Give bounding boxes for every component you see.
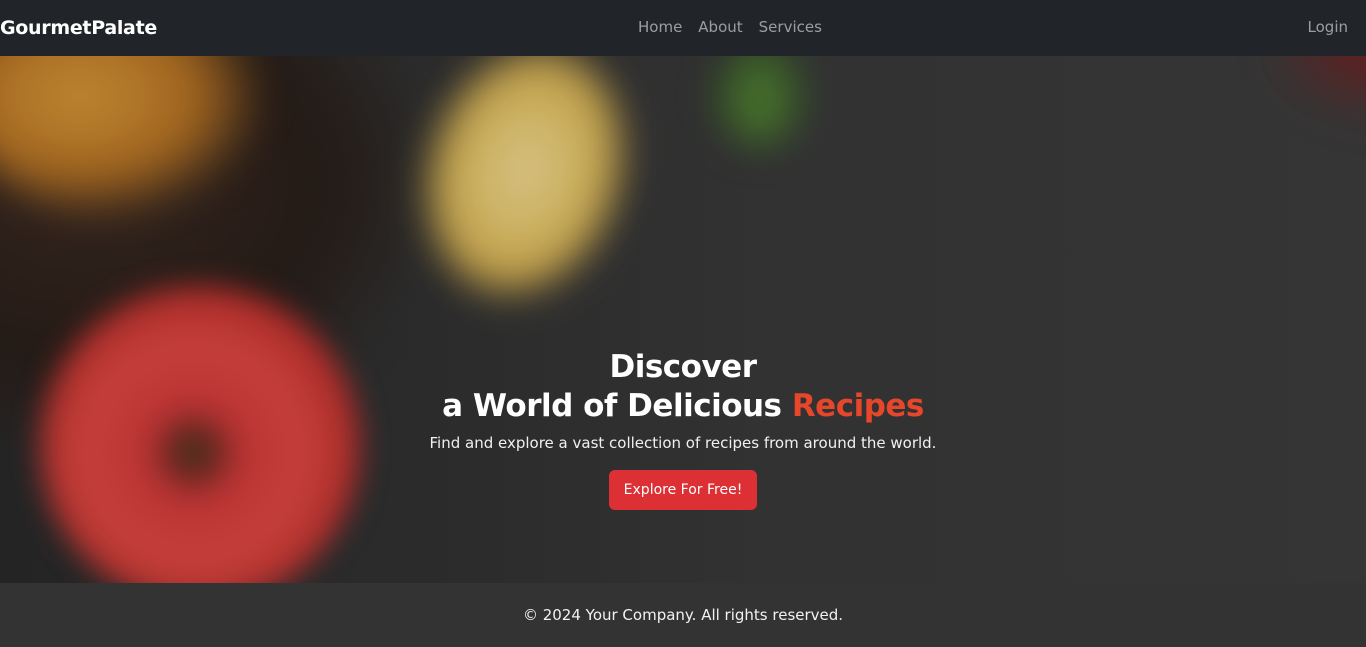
hero-title: Discover a World of Delicious Recipes bbox=[0, 348, 1366, 426]
footer-copyright: © 2024 Your Company. All rights reserved… bbox=[522, 606, 844, 624]
navbar: GourmetPalate Home About Services Login bbox=[0, 0, 1366, 56]
nav-link-about[interactable]: About bbox=[690, 18, 750, 36]
hero-title-accent: Recipes bbox=[791, 388, 925, 424]
nav-links: Home About Services bbox=[630, 18, 830, 36]
nav-link-home[interactable]: Home bbox=[630, 18, 690, 36]
footer: © 2024 Your Company. All rights reserved… bbox=[0, 583, 1366, 647]
hero-title-line2-prefix: a World of Delicious bbox=[442, 388, 792, 424]
hero-subtitle: Find and explore a vast collection of re… bbox=[429, 434, 937, 452]
hero-section: Discover a World of Delicious Recipes Fi… bbox=[0, 56, 1366, 583]
hero-content: Discover a World of Delicious Recipes Fi… bbox=[0, 348, 1366, 510]
nav-link-services[interactable]: Services bbox=[751, 18, 830, 36]
explore-button[interactable]: Explore For Free! bbox=[608, 470, 758, 510]
hero-title-line1: Discover bbox=[609, 349, 757, 385]
login-link[interactable]: Login bbox=[1308, 18, 1348, 36]
brand-logo[interactable]: GourmetPalate bbox=[0, 17, 157, 39]
